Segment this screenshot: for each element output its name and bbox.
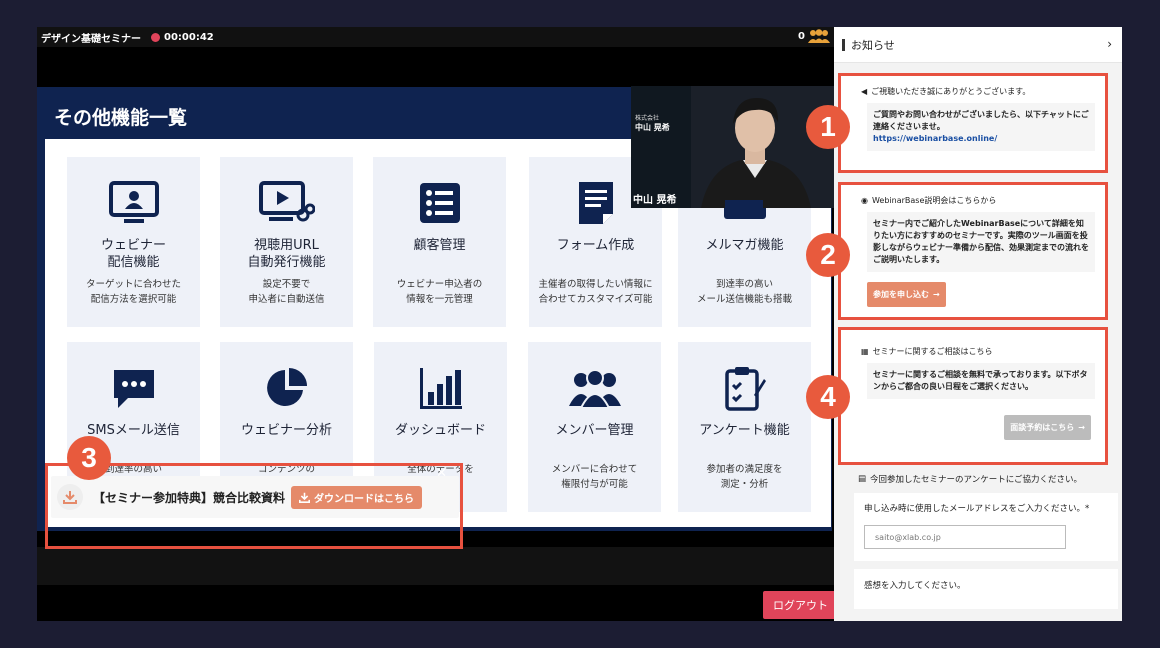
annotation-badge: 2 xyxy=(806,233,850,277)
notice-body: セミナーに関するご相談を無料で承っております。以下ボタンからご都合の良い日程をご… xyxy=(867,363,1095,399)
notice-card: ◀ ご視聴いただき誠にありがとうございます。 ご質問やお問い合わせがございましたら… xyxy=(838,73,1108,173)
notice-body: セミナー内でご紹介したWebinarBaseについて詳細を知りたい方におすすめの… xyxy=(867,212,1095,272)
presenter-video xyxy=(631,86,834,208)
feature-desc: 主催者の取得したい情報に 合わせてカスタマイズ可能 xyxy=(538,279,653,305)
customer-list-icon xyxy=(419,183,460,223)
feature-title: ウェビナー分析 xyxy=(240,423,332,438)
calendar-icon: ▦ xyxy=(861,347,869,356)
top-bar: デザイン基礎セミナー 00:00:42 0 xyxy=(37,27,834,47)
feature-card: 視聴用URL 自動発行機能 設定不要で 申込者に自動送信 xyxy=(220,157,353,327)
feature-card: メンバー管理 メンバーに合わせて 権限付与が可能 xyxy=(528,342,661,512)
sidebar-header: お知らせ › xyxy=(834,27,1122,63)
apply-button[interactable]: 参加を申し込む → xyxy=(867,282,946,307)
form-document-icon xyxy=(578,182,613,224)
webinarbase-link[interactable]: https://webinarbase.online/ xyxy=(873,134,997,143)
notice-card: ◉ WebinarBase説明会はこちらから セミナー内でご紹介したWebinar… xyxy=(838,182,1108,320)
seminar-title: デザイン基礎セミナー xyxy=(41,33,141,45)
survey-question: 申し込み時に使用したメールアドレスをご入力ください。* xyxy=(854,493,1118,561)
feature-card: ウェビナー 配信機能 ターゲットに合わせた 配信方法を選択可能 xyxy=(67,157,200,327)
chevron-right-icon[interactable]: › xyxy=(1107,37,1112,51)
chat-bubble-icon xyxy=(113,370,154,408)
clipboard-icon: ▤ xyxy=(858,474,867,484)
download-banner[interactable]: 【セミナー参加特典】競合比較資料 ダウンロードはこちら ✕ xyxy=(45,463,463,549)
annotation-badge: 4 xyxy=(806,375,850,419)
annotation-badge: 3 xyxy=(67,436,111,480)
video-link-icon xyxy=(258,181,315,222)
feature-desc: 設定不要で 申込者に自動送信 xyxy=(248,279,325,305)
megaphone-icon: ◀ xyxy=(861,87,868,96)
monitor-user-icon xyxy=(108,181,159,223)
feature-desc: ウェビナー申込者の 情報を一元管理 xyxy=(396,279,483,305)
close-icon[interactable]: ✕ xyxy=(436,466,447,481)
notice-card: ▦ セミナーに関するご相談はこちら セミナーに関するご相談を無料で承っております。… xyxy=(838,327,1108,465)
presenter-info: 株式会社 中山 晃希 xyxy=(635,115,670,132)
bar-chart-icon xyxy=(419,368,462,409)
globe-icon: ◉ xyxy=(861,196,868,205)
notice-body: ご質問やお問い合わせがございましたら、以下チャットにご連絡くださいませ。 htt… xyxy=(867,103,1095,151)
clipboard-check-icon xyxy=(724,367,766,411)
viewer-count: 0 xyxy=(798,30,805,42)
viewer-counter: 0 xyxy=(798,29,830,43)
feature-title: アンケート機能 xyxy=(699,423,790,438)
feature-desc: 参加者の満足度を 測定・分析 xyxy=(706,464,783,490)
feature-desc: メンバーに合わせて 権限付与が可能 xyxy=(551,464,638,490)
email-field[interactable] xyxy=(864,525,1066,549)
logout-button[interactable]: ログアウト xyxy=(763,591,838,619)
survey-section: ▤ 今回参加したセミナーのアンケートにご協力ください。 申し込み時に使用したメール… xyxy=(854,473,1118,609)
feature-card: アンケート機能 参加者の満足度を 測定・分析 xyxy=(678,342,811,512)
notice-sidebar: お知らせ › ◀ ご視聴いただき誠にありがとうございます。 ご質問やお問い合わせが… xyxy=(834,27,1122,621)
feature-desc: 到達率の高い メール送信機能も搭載 xyxy=(696,279,792,305)
feature-title: メルマガ機能 xyxy=(705,238,784,253)
slide-title: その他機能一覧 xyxy=(54,107,188,129)
feature-title: ダッシュボード xyxy=(394,423,486,438)
highlight-frame xyxy=(45,463,463,549)
annotation-badge: 1 xyxy=(806,105,850,149)
sidebar-title: お知らせ xyxy=(851,38,895,52)
feature-desc: ターゲットに合わせた 配信方法を選択可能 xyxy=(85,279,181,305)
timer: 00:00:42 xyxy=(164,31,214,43)
presenter-camera: 株式会社 中山 晃希 中山 晃希 xyxy=(631,86,834,208)
arrow-right-icon: → xyxy=(1078,423,1085,432)
recording-dot-icon xyxy=(151,32,160,42)
pie-chart-icon xyxy=(266,368,307,406)
survey-question: 感想を入力してください。 xyxy=(854,569,1118,609)
members-icon xyxy=(568,369,621,408)
feature-card: 顧客管理 ウェビナー申込者の 情報を一元管理 xyxy=(373,157,506,327)
feature-title: ウェビナー 配信機能 xyxy=(100,238,166,270)
consultation-button[interactable]: 面談予約はこちら → xyxy=(1004,415,1091,440)
users-icon xyxy=(808,29,830,43)
webinar-screen: デザイン基礎セミナー 00:00:42 0 その他機能一覧 ウェビナー 配信機能… xyxy=(37,27,1122,621)
feature-title: 顧客管理 xyxy=(413,238,466,253)
presenter-name: 中山 晃希 xyxy=(633,195,677,206)
arrow-right-icon: → xyxy=(933,290,940,299)
feature-title: 視聴用URL 自動発行機能 xyxy=(247,238,326,270)
feature-title: フォーム作成 xyxy=(556,238,635,253)
feature-title: メンバー管理 xyxy=(555,423,634,438)
